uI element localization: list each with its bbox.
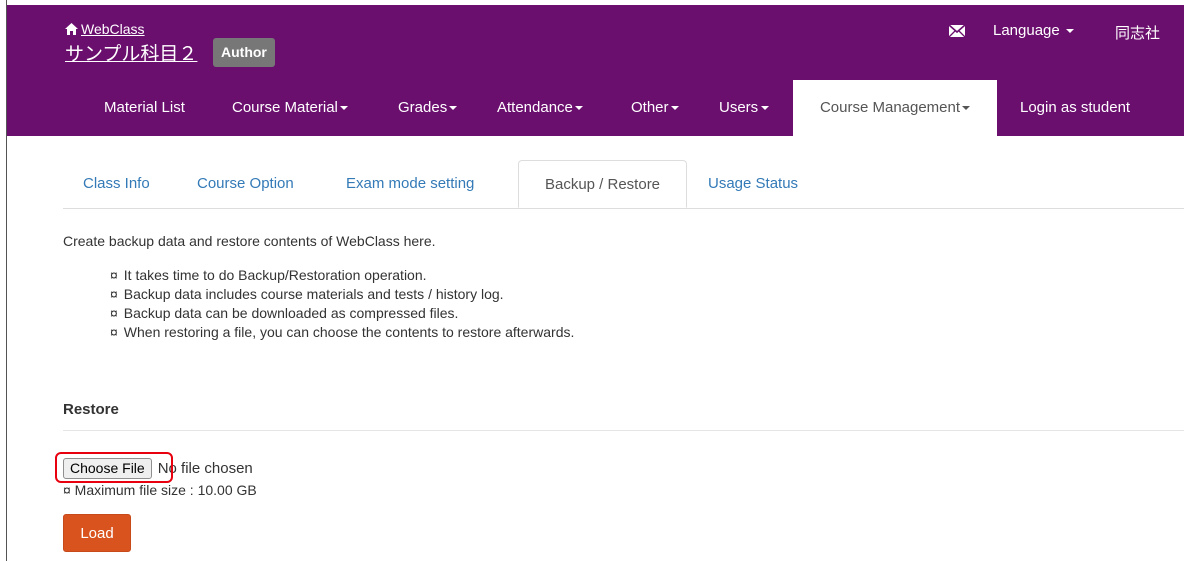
tab-exam-mode-setting[interactable]: Exam mode setting [346,160,474,207]
chevron-down-icon [761,106,770,111]
header-bar: WebClass サンプル科目２ Author Language 同志社 Mat… [7,5,1184,136]
nav-grades[interactable]: Grades [398,80,458,136]
bullet-icon: ¤ [110,324,118,340]
nav-material-list[interactable]: Material List [104,80,185,136]
nav-course-material[interactable]: Course Material [232,80,348,136]
nav-attendance[interactable]: Attendance [497,80,583,136]
language-label: Language [993,22,1060,39]
list-item: ¤ When restoring a file, you can choose t… [110,323,574,342]
chevron-down-icon [574,106,583,111]
note-text: Backup data can be downloaded as compres… [123,305,459,321]
note-text: Backup data includes course materials an… [123,286,504,302]
chevron-down-icon [1065,28,1074,33]
chevron-down-icon [449,106,458,111]
home-icon [65,23,78,35]
nav-other[interactable]: Other [631,80,679,136]
restore-section-title: Restore [63,401,119,418]
divider [63,430,1184,431]
main-nav: Material List Course Material Grades Att… [7,80,1184,136]
bullet-icon: ¤ [110,305,118,321]
bullet-icon: ¤ [110,267,118,283]
tab-usage-status[interactable]: Usage Status [708,160,798,207]
nav-label: Attendance [497,99,573,116]
choose-file-button[interactable]: Choose File [63,457,152,479]
nav-label: Course Material [232,99,338,116]
note-text: When restoring a file, you can choose th… [123,324,575,340]
nav-course-management[interactable]: Course Management [793,80,997,136]
tab-class-info[interactable]: Class Info [83,160,150,207]
notes-list: ¤ It takes time to do Backup/Restoration … [110,266,574,342]
max-file-size-text: ¤ Maximum file size : 10.00 GB [63,482,257,498]
tab-course-option[interactable]: Course Option [197,160,294,207]
mail-icon[interactable] [948,23,966,39]
management-tabs: Class Info Course Option Exam mode setti… [63,160,1184,209]
file-input[interactable]: Choose File No file chosen [63,457,253,479]
home-link[interactable]: WebClass [65,20,145,38]
chevron-down-icon [339,106,348,111]
nav-label: Other [631,99,669,116]
load-button[interactable]: Load [63,514,131,552]
organization-name[interactable]: 同志社 [1115,22,1160,43]
nav-label: Course Management [819,99,961,116]
chevron-down-icon [962,106,971,111]
home-link-label[interactable]: WebClass [81,21,145,37]
file-status-text: No file chosen [157,459,253,477]
nav-label: Login as student [1020,99,1131,116]
list-item: ¤ It takes time to do Backup/Restoration … [110,266,574,285]
nav-label: Grades [398,99,448,116]
nav-label: Material List [104,99,185,116]
note-text: It takes time to do Backup/Restoration o… [123,267,427,283]
chevron-down-icon [670,106,679,111]
role-badge: Author [213,38,275,67]
nav-label: Users [719,99,759,116]
nav-users[interactable]: Users [719,80,770,136]
nav-login-as-student[interactable]: Login as student [1020,80,1130,136]
language-menu[interactable]: Language [993,22,1074,39]
course-title[interactable]: サンプル科目２ [65,39,197,66]
bullet-icon: ¤ [110,286,118,302]
list-item: ¤ Backup data includes course materials a… [110,285,574,304]
list-item: ¤ Backup data can be downloaded as compre… [110,304,574,323]
intro-text: Create backup data and restore contents … [63,233,436,249]
tab-backup-restore[interactable]: Backup / Restore [518,160,687,208]
